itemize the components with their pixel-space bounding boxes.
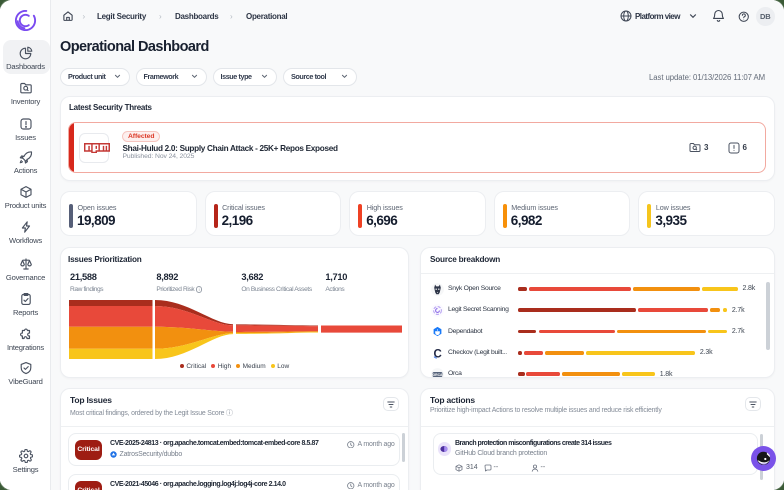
svg-text:C: C — [434, 348, 442, 359]
svg-text:ORCA: ORCA — [433, 373, 444, 377]
